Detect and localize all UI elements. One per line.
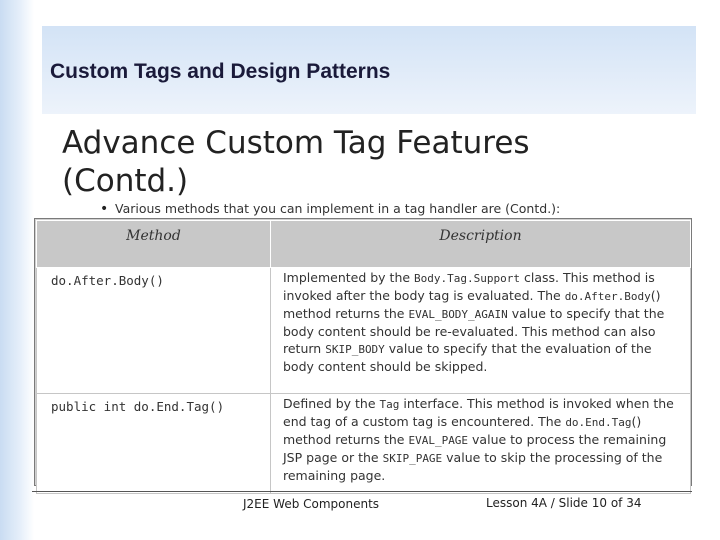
header-title: Custom Tags and Design Patterns [50, 60, 391, 83]
footer-course: J2EE Web Components [243, 497, 380, 511]
table-header-row: Method Description [36, 220, 691, 268]
table-row: public int do.End.Tag() Defined by the T… [36, 393, 691, 494]
code-token: SKIP_BODY [325, 343, 385, 356]
code-token: Tag [379, 398, 400, 411]
method-cell: public int do.End.Tag() [36, 393, 271, 494]
description-cell: Implemented by the Body.Tag.Support clas… [270, 267, 691, 394]
code-token: EVAL_BODY_AGAIN [408, 308, 508, 321]
code-token: EVAL_PAGE [408, 434, 469, 447]
methods-table: Method Description do.After.Body() Imple… [36, 220, 691, 494]
code-token: SKIP_PAGE [382, 452, 443, 465]
footer-slide-number: Lesson 4A / Slide 10 of 34 [486, 496, 642, 510]
code-token: do.After.Body [564, 290, 651, 303]
table-row: do.After.Body() Implemented by the Body.… [36, 267, 691, 394]
description-cell: Defined by the Tag interface. This metho… [270, 393, 691, 494]
bullet-text: Various methods that you can implement i… [115, 201, 561, 216]
description-text: Defined by the [283, 396, 380, 411]
header-description: Description [270, 220, 691, 268]
code-token: do.End.Tag [565, 416, 632, 429]
bullet-marker: • [100, 201, 109, 217]
method-cell: do.After.Body() [36, 267, 271, 394]
header-method: Method [36, 220, 271, 268]
slide-title: Advance Custom Tag Features (Contd.) [62, 125, 530, 199]
description-text: Implemented by the [283, 270, 415, 285]
bullet-intro: • Various methods that you can implement … [100, 201, 560, 217]
left-decorative-bar [0, 0, 34, 540]
footer-divider [32, 491, 692, 492]
code-token: Body.Tag.Support [414, 272, 521, 285]
